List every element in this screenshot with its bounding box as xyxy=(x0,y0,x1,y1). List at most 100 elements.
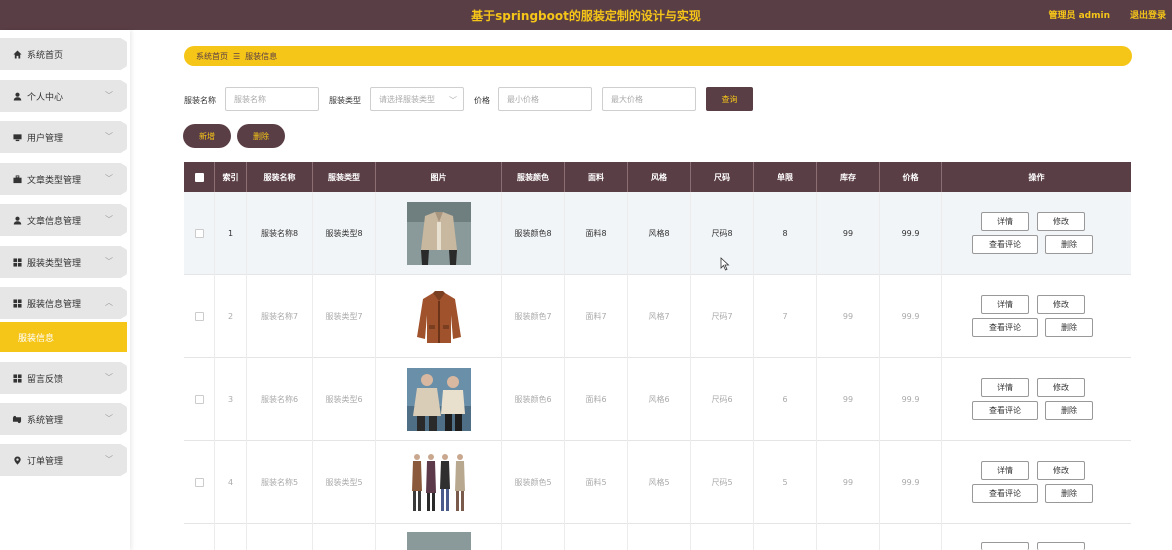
cell-stock: 99 xyxy=(817,358,880,441)
table-row[interactable]: 4 服装名称5 服装类型5 服装颜色5 面料5 风格5 尺码5 5 99 99.… xyxy=(184,441,1131,524)
header-fabric: 面料 xyxy=(565,162,628,192)
cell-color: 服装颜色8 xyxy=(502,192,565,275)
view-comments-button[interactable]: 查看评论 xyxy=(972,235,1038,254)
cell-stock: 99 xyxy=(817,275,880,358)
cell-price: 99.9 xyxy=(880,441,942,524)
logout-link[interactable]: 退出登录 xyxy=(1130,8,1166,21)
sidebar-item-article-info[interactable]: 文章信息管理 ﹀ xyxy=(0,204,127,236)
cell-type: 服装类型8 xyxy=(313,192,376,275)
cell-price: 99.9 xyxy=(880,192,942,275)
header-stock: 库存 xyxy=(817,162,880,192)
cell-style: 风格5 xyxy=(628,441,691,524)
sidebar-item-orders[interactable]: 订单管理 ﹀ xyxy=(0,444,127,476)
query-button[interactable]: 查询 xyxy=(706,87,753,111)
edit-button[interactable]: 修改 xyxy=(1037,212,1085,231)
max-price-placeholder: 最大价格 xyxy=(611,94,643,104)
header-index: 索引 xyxy=(215,162,247,192)
edit-button[interactable]: 修改 xyxy=(1037,295,1085,314)
sidebar-item-users[interactable]: 用户管理 ﹀ xyxy=(0,121,127,153)
cell-name: 服装名称7 xyxy=(247,275,313,358)
sidebar-item-system[interactable]: 系统管理 ﹀ xyxy=(0,403,127,435)
header-price: 价格 xyxy=(880,162,942,192)
detail-button[interactable]: 详情 xyxy=(981,295,1029,314)
sidebar-item-profile[interactable]: 个人中心 ﹀ xyxy=(0,80,127,112)
sidebar: 系统首页 个人中心 ﹀ 用户管理 ﹀ 文章类型管理 ﹀ 文章信息管理 ﹀ 服装类… xyxy=(0,30,130,550)
view-comments-button[interactable]: 查看评论 xyxy=(972,318,1038,337)
max-price-input[interactable]: 最大价格 xyxy=(602,87,696,111)
delete-button[interactable]: 删除 xyxy=(1045,484,1093,503)
sidebar-item-label: 文章信息管理 xyxy=(27,216,82,227)
detail-button[interactable]: 详情 xyxy=(981,461,1029,480)
sidebar-item-label: 服装信息管理 xyxy=(27,299,82,310)
cell-price: 99.9 xyxy=(880,275,942,358)
header-actions: 操作 xyxy=(1028,172,1045,182)
sidebar-subitem-clothing-info[interactable]: 服装信息 xyxy=(0,322,127,352)
checkbox[interactable] xyxy=(194,172,204,182)
name-label: 服装名称 xyxy=(184,96,216,105)
header-style: 风格 xyxy=(628,162,691,192)
detail-button[interactable]: 详情 xyxy=(981,378,1029,397)
cell-style: 风格6 xyxy=(628,358,691,441)
cell-type: 服装类型5 xyxy=(313,441,376,524)
view-comments-button[interactable]: 查看评论 xyxy=(972,401,1038,420)
checkbox[interactable] xyxy=(194,229,204,238)
sidebar-item-label: 用户管理 xyxy=(27,133,64,144)
cell-fabric: 面料5 xyxy=(565,441,628,524)
cell-index: 3 xyxy=(215,358,247,441)
breadcrumb: 系统首页 ☰ 服装信息 xyxy=(184,46,1132,66)
cell-name: 服装名称5 xyxy=(247,441,313,524)
table-row[interactable]: 1 服装名称8 服装类型8 服装颜色8 面料8 风格8 尺码8 8 99 99.… xyxy=(184,192,1131,275)
sidebar-item-clothing-types[interactable]: 服装类型管理 ﹀ xyxy=(0,246,127,278)
chevron-down-icon: ﹀ xyxy=(105,174,113,183)
sidebar-item-label: 留言反馈 xyxy=(27,374,64,385)
cell-size: 尺码6 xyxy=(691,358,754,441)
sidebar-item-article-types[interactable]: 文章类型管理 ﹀ xyxy=(0,163,127,195)
checkbox[interactable] xyxy=(194,478,204,487)
header-select-all[interactable] xyxy=(184,162,215,192)
name-search-input[interactable]: 服装名称 xyxy=(225,87,319,111)
checkbox[interactable] xyxy=(194,312,204,321)
cell-stock: 99 xyxy=(817,441,880,524)
table-row[interactable] xyxy=(184,524,1131,550)
clothing-photo xyxy=(406,285,471,348)
add-button[interactable]: 新增 xyxy=(183,124,231,148)
user-icon xyxy=(12,215,22,225)
detail-button[interactable] xyxy=(981,542,1029,550)
view-comments-button[interactable]: 查看评论 xyxy=(972,484,1038,503)
sidebar-item-feedback[interactable]: 留言反馈 ﹀ xyxy=(0,362,127,394)
header-type: 服装类型 xyxy=(313,162,376,192)
chevron-down-icon: ﹀ xyxy=(105,414,113,423)
sidebar-item-label: 个人中心 xyxy=(27,92,64,103)
chevron-down-icon: ﹀ xyxy=(105,373,113,382)
min-price-input[interactable]: 最小价格 xyxy=(498,87,592,111)
edit-button[interactable] xyxy=(1037,542,1085,550)
chevron-down-icon: ﹀ xyxy=(449,96,457,105)
breadcrumb-home[interactable]: 系统首页 xyxy=(196,51,228,62)
cell-fabric: 面料6 xyxy=(565,358,628,441)
sidebar-item-label: 系统首页 xyxy=(27,50,64,61)
chevron-up-icon: ︿ xyxy=(105,298,113,307)
min-price-placeholder: 最小价格 xyxy=(507,94,539,104)
edit-button[interactable]: 修改 xyxy=(1037,378,1085,397)
cell-index: 2 xyxy=(215,275,247,358)
delete-button[interactable]: 删除 xyxy=(1045,401,1093,420)
chevron-down-icon: ﹀ xyxy=(105,257,113,266)
sidebar-item-home[interactable]: 系统首页 xyxy=(0,38,127,70)
type-placeholder: 请选择服装类型 xyxy=(379,94,435,104)
cell-actions: 详情 修改 查看评论 删除 xyxy=(942,358,1131,441)
chevron-down-icon: ﹀ xyxy=(105,215,113,224)
cell-fabric: 面料7 xyxy=(565,275,628,358)
table-row[interactable]: 3 服装名称6 服装类型6 服装颜色6 面料6 风格6 尺码6 6 99 99.… xyxy=(184,358,1131,441)
sidebar-item-clothing-info[interactable]: 服装信息管理 ︿ xyxy=(0,287,127,319)
batch-delete-button[interactable]: 删除 xyxy=(237,124,285,148)
user-icon xyxy=(12,91,22,101)
type-select[interactable]: 请选择服装类型 ﹀ xyxy=(370,87,464,111)
header-image: 图片 xyxy=(376,162,502,192)
delete-button[interactable]: 删除 xyxy=(1045,318,1093,337)
edit-button[interactable]: 修改 xyxy=(1037,461,1085,480)
checkbox[interactable] xyxy=(194,395,204,404)
delete-button[interactable]: 删除 xyxy=(1045,235,1093,254)
cell-actions: 详情 修改 查看评论 删除 xyxy=(942,275,1131,358)
table-row[interactable]: 2 服装名称7 服装类型7 服装颜色7 面料7 风格7 尺码7 7 99 99.… xyxy=(184,275,1131,358)
detail-button[interactable]: 详情 xyxy=(981,212,1029,231)
